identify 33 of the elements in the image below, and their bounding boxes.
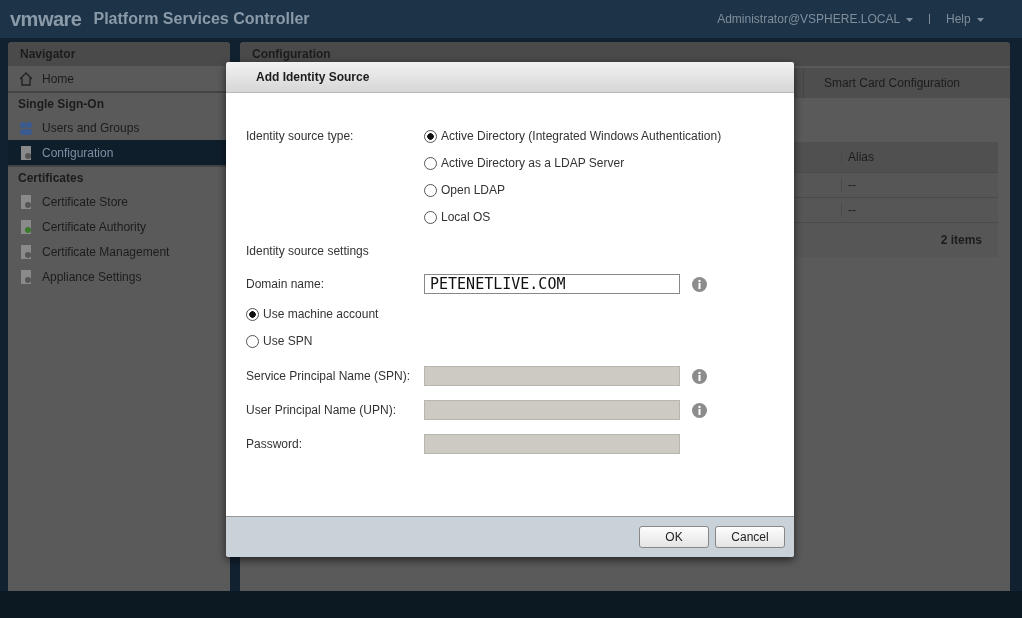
dialog-title: Add Identity Source bbox=[226, 62, 794, 93]
nav-icon bbox=[18, 269, 34, 285]
field-label: Service Principal Name (SPN): bbox=[246, 369, 412, 383]
info-icon[interactable] bbox=[692, 276, 707, 292]
nav-icon bbox=[18, 194, 34, 210]
user-menu[interactable]: Administrator@VSPHERE.LOCAL bbox=[717, 12, 913, 26]
table-cell: -- bbox=[841, 203, 998, 217]
nav-icon bbox=[18, 244, 34, 260]
home-icon bbox=[18, 71, 34, 87]
caret-icon bbox=[906, 17, 913, 22]
item-count: 2 items bbox=[940, 233, 982, 247]
help-menu[interactable]: Help bbox=[946, 12, 984, 26]
radio-option[interactable]: Open LDAP bbox=[424, 183, 506, 197]
field-label: Identity source type: bbox=[246, 129, 355, 143]
caret-icon bbox=[977, 17, 984, 22]
field-label: User Principal Name (UPN): bbox=[246, 403, 398, 417]
logo: vmware bbox=[10, 7, 82, 31]
radio-option[interactable]: Active Directory (Integrated Windows Authentication) bbox=[424, 129, 722, 143]
nav-icon bbox=[18, 219, 34, 235]
section-heading: Identity source settings bbox=[246, 244, 370, 258]
radio-option[interactable]: Local OS bbox=[424, 210, 491, 224]
radio-option[interactable]: Use SPN bbox=[246, 334, 313, 348]
cancel-button[interactable]: Cancel bbox=[715, 526, 785, 548]
nav-icon bbox=[18, 145, 34, 161]
table-cell: -- bbox=[841, 178, 998, 192]
ok-button[interactable]: OK bbox=[639, 526, 709, 548]
domain-name-field[interactable]: PETENETLIVE.COM bbox=[424, 274, 680, 294]
app-title: Platform Services Controller bbox=[93, 10, 310, 28]
nav-icon bbox=[18, 120, 34, 136]
radio-option[interactable]: Active Directory as a LDAP Server bbox=[424, 156, 625, 170]
field-label: Domain name: bbox=[246, 277, 326, 291]
radio-option[interactable]: Use machine account bbox=[246, 307, 379, 321]
field-label: Password: bbox=[246, 437, 304, 451]
